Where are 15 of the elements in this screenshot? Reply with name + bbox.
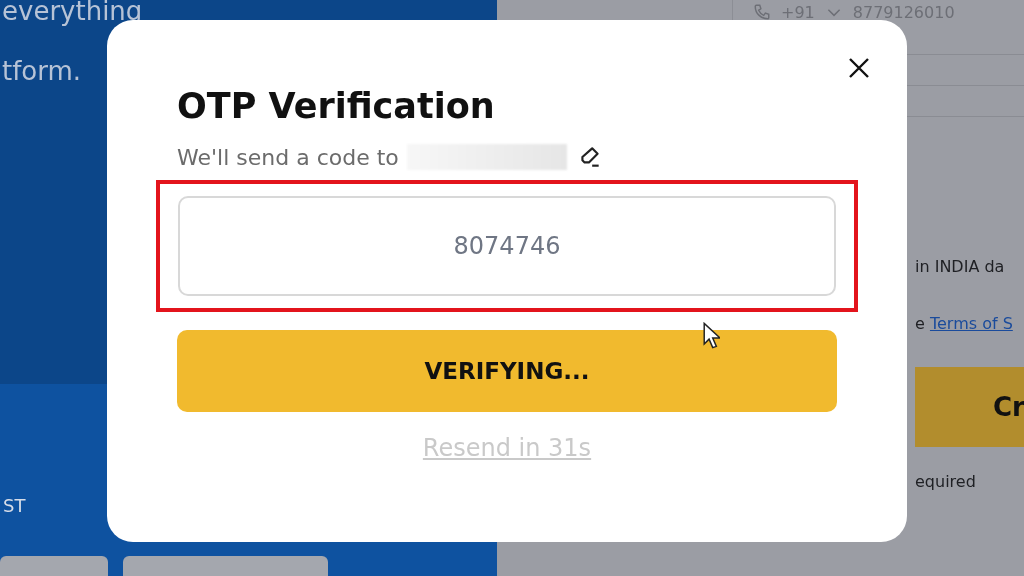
- terms-link[interactable]: Terms of S: [929, 314, 1013, 333]
- create-button[interactable]: Cr: [915, 367, 1024, 447]
- dialog-title: OTP Verification: [177, 86, 496, 126]
- headline-text: tform.: [2, 56, 82, 86]
- phone-icon: [753, 3, 771, 21]
- otp-field[interactable]: 8074746: [178, 196, 836, 296]
- required-note: equired: [915, 472, 977, 491]
- close-icon[interactable]: [847, 56, 871, 80]
- verify-button[interactable]: VERIFYING...: [177, 330, 837, 412]
- headline-text: everything: [2, 0, 143, 26]
- dialog-subtitle: We'll send a code to: [177, 144, 399, 170]
- terms-text: e: [915, 314, 925, 333]
- section-label: ST: [3, 495, 26, 516]
- cursor-icon: [703, 322, 720, 349]
- data-notice: in INDIA da: [915, 257, 1006, 276]
